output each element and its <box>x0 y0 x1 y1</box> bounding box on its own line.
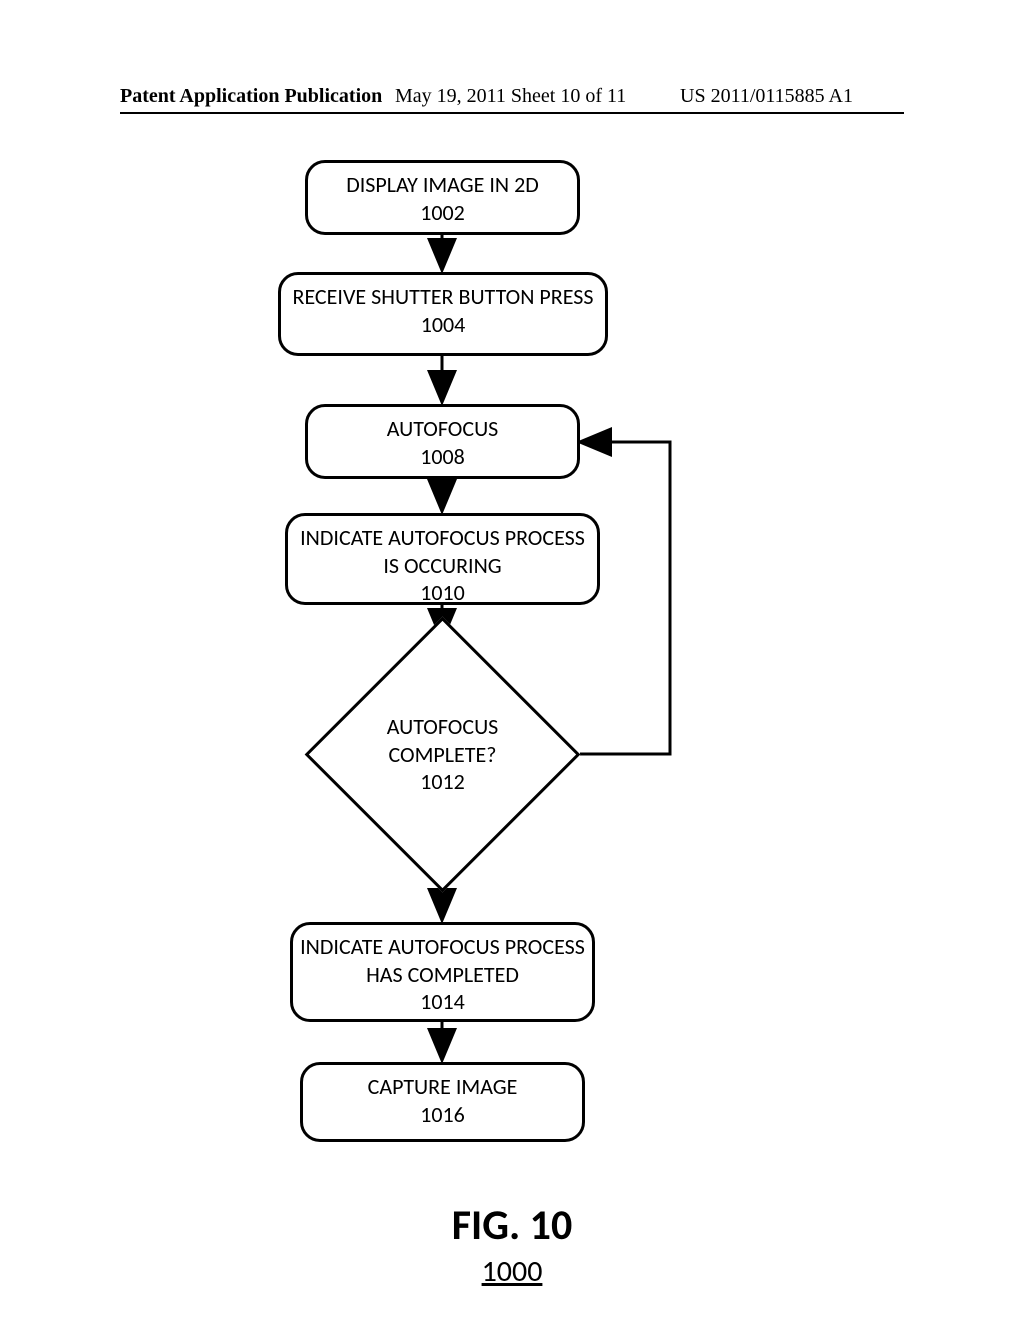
flow-node-1004: RECEIVE SHUTTER BUTTON PRESS 1004 <box>278 272 608 356</box>
flow-node-label: INDICATE AUTOFOCUS PROCESS IS OCCURING <box>292 524 593 579</box>
flow-node-1012: AUTOFOCUSCOMPLETE? 1012 <box>345 657 540 852</box>
flow-node-ref: 1002 <box>312 199 573 227</box>
figure-caption: FIG. 10 1000 <box>0 1200 1024 1290</box>
figure-number: 1000 <box>0 1253 1024 1290</box>
figure-title: FIG. 10 <box>0 1200 1024 1251</box>
flow-node-1008: AUTOFOCUS 1008 <box>305 404 580 479</box>
header-left: Patent Application Publication <box>120 85 382 108</box>
flow-node-label: CAPTURE IMAGE <box>307 1073 578 1101</box>
flow-node-ref: 1016 <box>307 1101 578 1129</box>
flow-node-1014: INDICATE AUTOFOCUS PROCESS HAS COMPLETED… <box>290 922 595 1022</box>
flow-node-label: DISPLAY IMAGE IN 2D <box>312 171 573 199</box>
flow-node-ref: 1004 <box>285 311 601 339</box>
page: Patent Application Publication May 19, 2… <box>0 0 1024 1320</box>
flow-node-ref: 1010 <box>292 579 593 607</box>
flow-node-1016: CAPTURE IMAGE 1016 <box>300 1062 585 1142</box>
flow-node-label: AUTOFOCUS <box>312 415 573 443</box>
flow-node-ref: 1014 <box>297 988 588 1016</box>
flow-node-ref: 1008 <box>312 443 573 471</box>
flow-node-1002: DISPLAY IMAGE IN 2D 1002 <box>305 160 580 235</box>
flow-node-label: INDICATE AUTOFOCUS PROCESS HAS COMPLETED <box>297 933 588 988</box>
flow-node-ref: 1012 <box>420 768 465 796</box>
header-right: US 2011/0115885 A1 <box>680 85 853 108</box>
flow-node-label: RECEIVE SHUTTER BUTTON PRESS <box>285 283 601 311</box>
flow-node-label: AUTOFOCUSCOMPLETE? <box>387 713 499 768</box>
flow-node-1010: INDICATE AUTOFOCUS PROCESS IS OCCURING 1… <box>285 513 600 605</box>
header-center: May 19, 2011 Sheet 10 of 11 <box>395 85 626 108</box>
header-rule <box>120 112 904 114</box>
decision-text: AUTOFOCUSCOMPLETE? 1012 <box>345 657 540 852</box>
